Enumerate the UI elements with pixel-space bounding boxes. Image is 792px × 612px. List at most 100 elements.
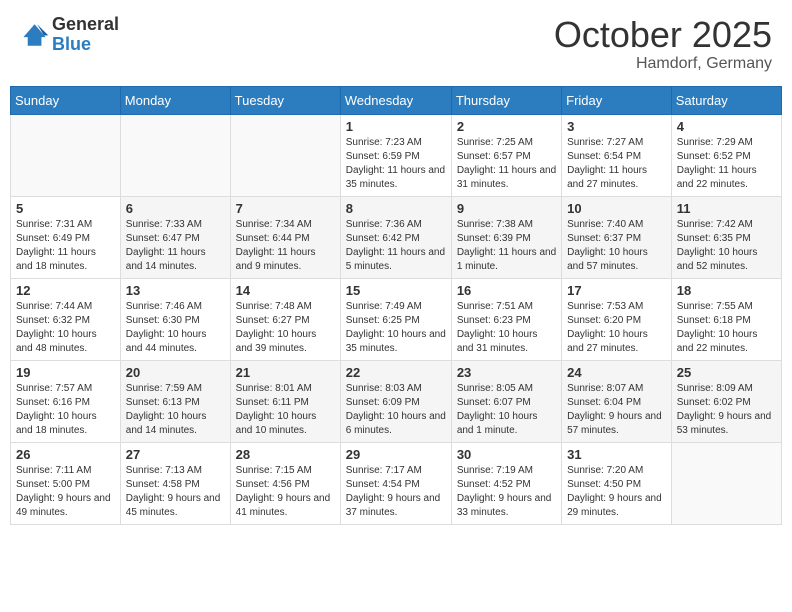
day-info: Sunrise: 7:57 AM Sunset: 6:16 PM Dayligh… — [16, 382, 115, 438]
calendar-cell: 4 Sunrise: 7:29 AM Sunset: 6:52 PM Daylig… — [671, 114, 781, 196]
day-info: Sunrise: 7:34 AM Sunset: 6:44 PM Dayligh… — [236, 218, 335, 274]
day-number: 9 — [457, 201, 556, 216]
calendar-cell: 10 Sunrise: 7:40 AM Sunset: 6:37 PM Dayli… — [562, 196, 672, 278]
calendar-week-1: 1 Sunrise: 7:23 AM Sunset: 6:59 PM Daylig… — [11, 114, 782, 196]
day-number: 27 — [126, 447, 225, 462]
month-title: October 2025 — [554, 15, 772, 55]
day-number: 12 — [16, 283, 115, 298]
calendar-cell: 1 Sunrise: 7:23 AM Sunset: 6:59 PM Daylig… — [340, 114, 451, 196]
day-info: Sunrise: 7:44 AM Sunset: 6:32 PM Dayligh… — [16, 300, 115, 356]
day-number: 14 — [236, 283, 335, 298]
day-number: 3 — [567, 119, 666, 134]
day-number: 23 — [457, 365, 556, 380]
day-number: 15 — [346, 283, 446, 298]
calendar-week-3: 12 Sunrise: 7:44 AM Sunset: 6:32 PM Dayli… — [11, 278, 782, 360]
day-info: Sunrise: 7:46 AM Sunset: 6:30 PM Dayligh… — [126, 300, 225, 356]
day-info: Sunrise: 7:31 AM Sunset: 6:49 PM Dayligh… — [16, 218, 115, 274]
logo-text: General Blue — [52, 15, 119, 55]
calendar-cell: 24 Sunrise: 8:07 AM Sunset: 6:04 PM Dayli… — [562, 360, 672, 442]
weekday-header-row: SundayMondayTuesdayWednesdayThursdayFrid… — [11, 86, 782, 114]
day-info: Sunrise: 7:17 AM Sunset: 4:54 PM Dayligh… — [346, 464, 446, 520]
day-number: 17 — [567, 283, 666, 298]
day-number: 22 — [346, 365, 446, 380]
day-info: Sunrise: 7:19 AM Sunset: 4:52 PM Dayligh… — [457, 464, 556, 520]
calendar-cell: 6 Sunrise: 7:33 AM Sunset: 6:47 PM Daylig… — [120, 196, 230, 278]
title-section: October 2025 Hamdorf, Germany — [554, 15, 772, 73]
calendar-cell: 8Sunrise: 7:36 AM Sunset: 6:42 PM Daylig… — [340, 196, 451, 278]
calendar-cell: 25 Sunrise: 8:09 AM Sunset: 6:02 PM Dayli… — [671, 360, 781, 442]
calendar-cell: 27 Sunrise: 7:13 AM Sunset: 4:58 PM Dayli… — [120, 442, 230, 524]
day-number: 19 — [16, 365, 115, 380]
day-info: Sunrise: 7:55 AM Sunset: 6:18 PM Dayligh… — [677, 300, 776, 356]
day-info: Sunrise: 7:29 AM Sunset: 6:52 PM Dayligh… — [677, 136, 776, 192]
weekday-header-tuesday: Tuesday — [230, 86, 340, 114]
day-number: 4 — [677, 119, 776, 134]
day-info: Sunrise: 7:33 AM Sunset: 6:47 PM Dayligh… — [126, 218, 225, 274]
calendar-cell — [671, 442, 781, 524]
day-info: Sunrise: 7:53 AM Sunset: 6:20 PM Dayligh… — [567, 300, 666, 356]
calendar-cell — [11, 114, 121, 196]
day-number: 13 — [126, 283, 225, 298]
day-number: 20 — [126, 365, 225, 380]
day-info: Sunrise: 8:01 AM Sunset: 6:11 PM Dayligh… — [236, 382, 335, 438]
logo-blue-text: Blue — [52, 35, 119, 55]
day-number: 18 — [677, 283, 776, 298]
calendar-week-2: 5 Sunrise: 7:31 AM Sunset: 6:49 PM Daylig… — [11, 196, 782, 278]
day-info: Sunrise: 7:15 AM Sunset: 4:56 PM Dayligh… — [236, 464, 335, 520]
day-number: 6 — [126, 201, 225, 216]
day-number: 16 — [457, 283, 556, 298]
page-header: General Blue October 2025 Hamdorf, Germa… — [10, 10, 782, 78]
day-info: Sunrise: 8:07 AM Sunset: 6:04 PM Dayligh… — [567, 382, 666, 438]
day-number: 5 — [16, 201, 115, 216]
calendar-cell: 12 Sunrise: 7:44 AM Sunset: 6:32 PM Dayli… — [11, 278, 121, 360]
calendar-cell: 26 Sunrise: 7:11 AM Sunset: 5:00 PM Dayli… — [11, 442, 121, 524]
day-number: 26 — [16, 447, 115, 462]
weekday-header-wednesday: Wednesday — [340, 86, 451, 114]
day-info: Sunrise: 8:09 AM Sunset: 6:02 PM Dayligh… — [677, 382, 776, 438]
calendar-cell: 19 Sunrise: 7:57 AM Sunset: 6:16 PM Dayli… — [11, 360, 121, 442]
day-number: 25 — [677, 365, 776, 380]
calendar-cell: 15 Sunrise: 7:49 AM Sunset: 6:25 PM Dayli… — [340, 278, 451, 360]
calendar-cell: 31Sunrise: 7:20 AM Sunset: 4:50 PM Dayli… — [562, 442, 672, 524]
calendar-cell — [230, 114, 340, 196]
day-info: Sunrise: 7:27 AM Sunset: 6:54 PM Dayligh… — [567, 136, 666, 192]
day-info: Sunrise: 7:51 AM Sunset: 6:23 PM Dayligh… — [457, 300, 556, 356]
calendar-cell: 7 Sunrise: 7:34 AM Sunset: 6:44 PM Daylig… — [230, 196, 340, 278]
day-number: 30 — [457, 447, 556, 462]
calendar-cell: 17 Sunrise: 7:53 AM Sunset: 6:20 PM Dayli… — [562, 278, 672, 360]
calendar-cell: 5 Sunrise: 7:31 AM Sunset: 6:49 PM Daylig… — [11, 196, 121, 278]
calendar-cell: 18 Sunrise: 7:55 AM Sunset: 6:18 PM Dayli… — [671, 278, 781, 360]
day-info: Sunrise: 7:13 AM Sunset: 4:58 PM Dayligh… — [126, 464, 225, 520]
calendar-week-4: 19 Sunrise: 7:57 AM Sunset: 6:16 PM Dayli… — [11, 360, 782, 442]
day-number: 24 — [567, 365, 666, 380]
day-number: 21 — [236, 365, 335, 380]
calendar-cell: 9 Sunrise: 7:38 AM Sunset: 6:39 PM Daylig… — [451, 196, 561, 278]
day-number: 7 — [236, 201, 335, 216]
day-info: Sunrise: 8:03 AM Sunset: 6:09 PM Dayligh… — [346, 382, 446, 438]
day-number: 2 — [457, 119, 556, 134]
calendar-cell: 21 Sunrise: 8:01 AM Sunset: 6:11 PM Dayli… — [230, 360, 340, 442]
location: Hamdorf, Germany — [554, 55, 772, 73]
calendar-cell: 11 Sunrise: 7:42 AM Sunset: 6:35 PM Dayli… — [671, 196, 781, 278]
calendar-cell — [120, 114, 230, 196]
weekday-header-thursday: Thursday — [451, 86, 561, 114]
calendar-cell: 2Sunrise: 7:25 AM Sunset: 6:57 PM Daylig… — [451, 114, 561, 196]
day-number: 10 — [567, 201, 666, 216]
weekday-header-monday: Monday — [120, 86, 230, 114]
day-info: Sunrise: 7:23 AM Sunset: 6:59 PM Dayligh… — [346, 136, 446, 192]
logo-icon — [20, 20, 50, 50]
day-number: 29 — [346, 447, 446, 462]
calendar-cell: 29 Sunrise: 7:17 AM Sunset: 4:54 PM Dayli… — [340, 442, 451, 524]
day-info: Sunrise: 7:42 AM Sunset: 6:35 PM Dayligh… — [677, 218, 776, 274]
day-number: 1 — [346, 119, 446, 134]
day-info: Sunrise: 7:20 AM Sunset: 4:50 PM Dayligh… — [567, 464, 666, 520]
day-number: 11 — [677, 201, 776, 216]
calendar-cell: 20 Sunrise: 7:59 AM Sunset: 6:13 PM Dayli… — [120, 360, 230, 442]
day-info: Sunrise: 7:11 AM Sunset: 5:00 PM Dayligh… — [16, 464, 115, 520]
day-info: Sunrise: 7:40 AM Sunset: 6:37 PM Dayligh… — [567, 218, 666, 274]
calendar-table: SundayMondayTuesdayWednesdayThursdayFrid… — [10, 86, 782, 525]
day-info: Sunrise: 7:59 AM Sunset: 6:13 PM Dayligh… — [126, 382, 225, 438]
weekday-header-friday: Friday — [562, 86, 672, 114]
day-info: Sunrise: 7:49 AM Sunset: 6:25 PM Dayligh… — [346, 300, 446, 356]
day-info: Sunrise: 7:38 AM Sunset: 6:39 PM Dayligh… — [457, 218, 556, 274]
